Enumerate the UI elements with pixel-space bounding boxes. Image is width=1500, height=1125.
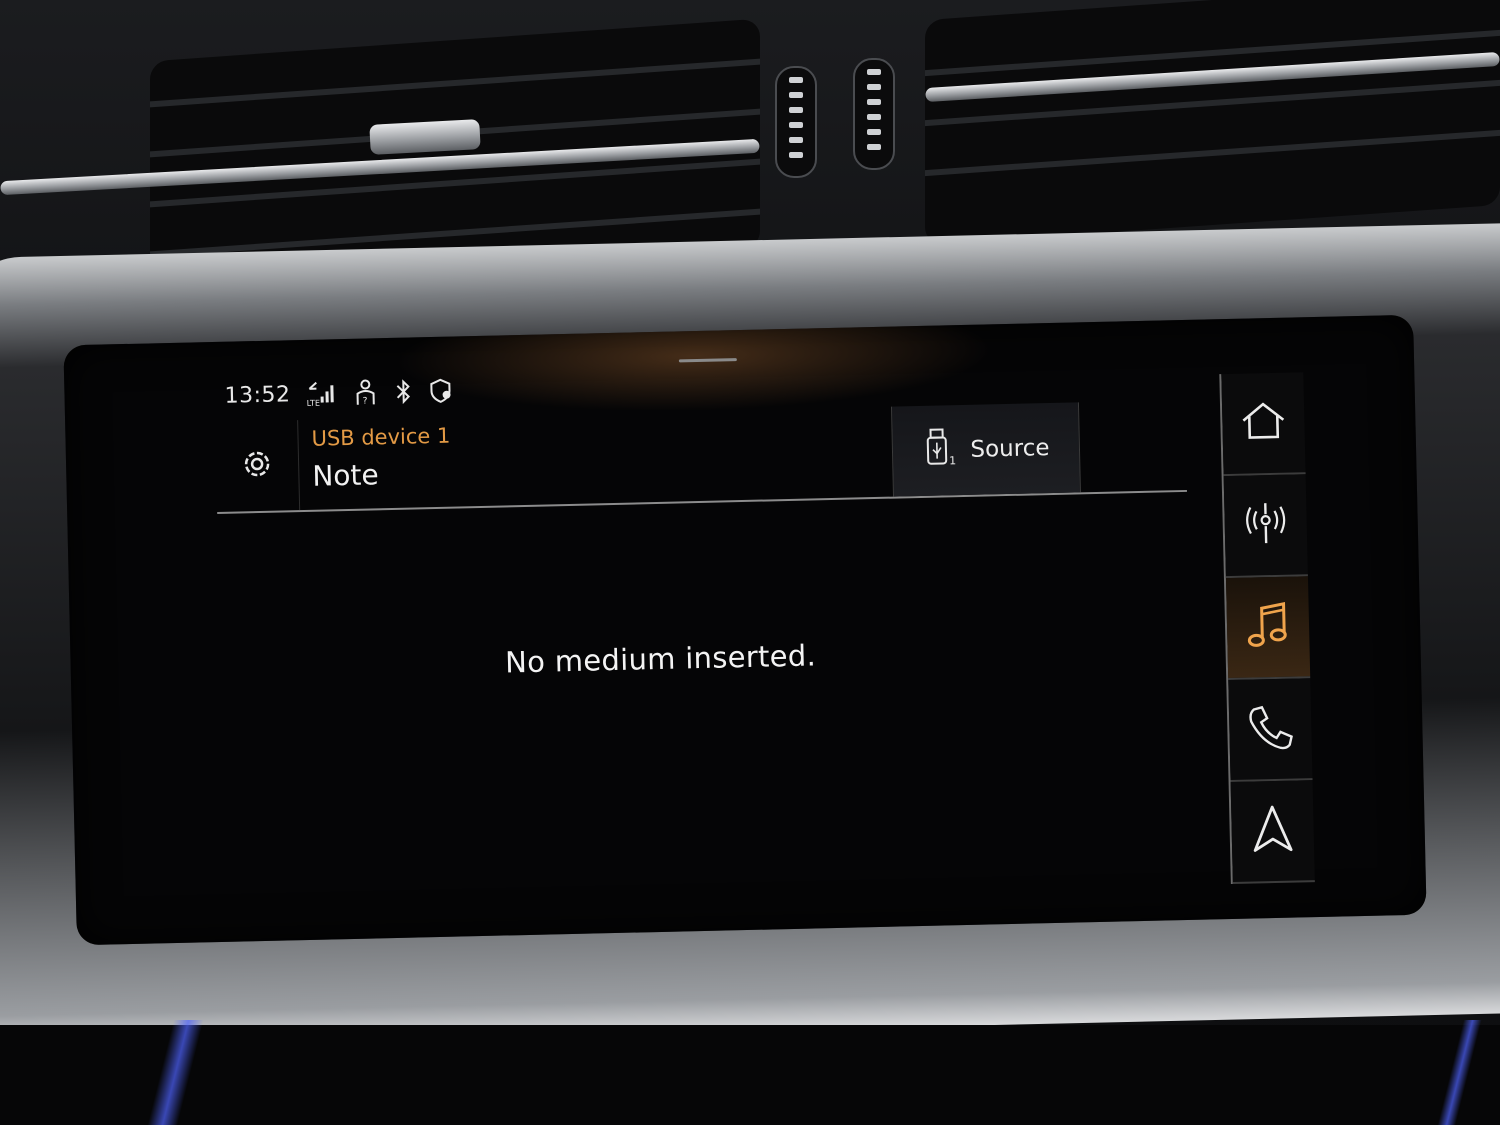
nav-home[interactable] xyxy=(1221,372,1306,477)
svg-text:LTE: LTE xyxy=(307,399,320,407)
title-block: USB device 1 Note xyxy=(311,423,451,493)
left-vent-tab xyxy=(369,119,481,155)
infotainment-screen: 13:52 LTE ? USB device 1 Note 1 Source N… xyxy=(63,314,1427,946)
nav-phone[interactable] xyxy=(1228,678,1313,783)
left-vent-wheel[interactable] xyxy=(775,66,817,178)
source-label: Source xyxy=(970,435,1050,463)
nav-radio[interactable] xyxy=(1223,474,1308,579)
location-privacy-icon xyxy=(428,377,455,406)
status-bar: 13:52 LTE ? xyxy=(224,377,454,410)
clock: 13:52 xyxy=(224,381,291,409)
side-navigation xyxy=(1219,372,1315,885)
navigation-arrow-icon xyxy=(1251,804,1294,859)
radio-antenna-icon xyxy=(1242,500,1289,551)
lower-dashboard xyxy=(0,1025,1500,1125)
source-button[interactable]: 1 Source xyxy=(890,402,1081,497)
svg-text:1: 1 xyxy=(949,454,956,467)
right-air-vent xyxy=(925,0,1500,246)
no-medium-message: No medium inserted. xyxy=(504,638,817,680)
music-note-icon xyxy=(1245,600,1290,655)
gear-icon xyxy=(240,447,275,486)
passenger-icon: ? xyxy=(352,378,379,407)
nav-navigation[interactable] xyxy=(1230,780,1315,884)
phone-icon xyxy=(1246,703,1295,756)
svg-text:?: ? xyxy=(363,397,368,407)
car-dashboard: 13:52 LTE ? USB device 1 Note 1 Source N… xyxy=(0,0,1500,1125)
home-icon xyxy=(1240,401,1287,446)
media-source-subtitle: USB device 1 xyxy=(311,423,451,451)
media-header: USB device 1 Note 1 Source xyxy=(215,399,1187,514)
usb-stick-icon: 1 xyxy=(922,427,957,474)
settings-button[interactable] xyxy=(215,420,301,512)
nav-media[interactable] xyxy=(1225,576,1311,681)
media-title: Note xyxy=(312,458,380,493)
bluetooth-icon xyxy=(394,378,413,405)
lte-signal-icon: LTE xyxy=(306,380,337,407)
right-vent-wheel[interactable] xyxy=(853,58,895,170)
